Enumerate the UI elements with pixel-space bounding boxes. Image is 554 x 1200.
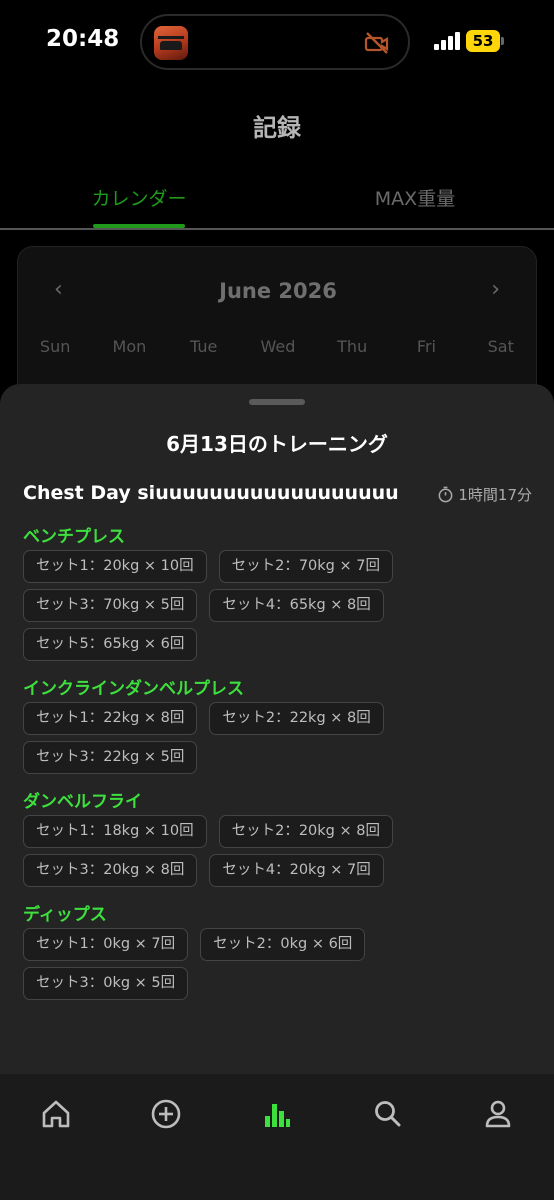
weekday-label: Mon bbox=[112, 337, 147, 356]
exercise-name: ベンチプレス bbox=[23, 527, 125, 547]
set-chip[interactable]: セット3：22kg × 5回 bbox=[23, 741, 198, 774]
tab-calendar[interactable]: カレンダー bbox=[56, 184, 222, 211]
exercise-name: ダンベルフライ bbox=[23, 792, 142, 812]
f1-car-app-icon[interactable] bbox=[154, 26, 188, 60]
set-chip[interactable]: セット2：70kg × 7回 bbox=[218, 550, 393, 583]
stopwatch-icon bbox=[438, 486, 453, 503]
status-time: 20:48 bbox=[46, 26, 120, 52]
set-chip[interactable]: セット5：65kg × 6回 bbox=[23, 628, 198, 661]
dynamic-island[interactable] bbox=[140, 14, 410, 70]
workout-duration: 1時間17分 bbox=[437, 484, 532, 505]
search-icon[interactable] bbox=[368, 1094, 408, 1134]
set-chip[interactable]: セット2：22kg × 8回 bbox=[209, 702, 384, 735]
weekday-label: Thu bbox=[337, 337, 368, 356]
set-chip[interactable]: セット2：0kg × 6回 bbox=[200, 928, 366, 961]
duration-label: 1時間17分 bbox=[458, 486, 532, 504]
active-tab-indicator bbox=[93, 224, 185, 228]
weekday-row: Sun Mon Tue Wed Thu Fri Sat bbox=[18, 337, 538, 356]
set-chip[interactable]: セット4：20kg × 7回 bbox=[209, 854, 384, 887]
muted-camera-icon bbox=[364, 32, 389, 54]
weekday-label: Tue bbox=[190, 337, 218, 356]
calendar-month: June 2026 bbox=[219, 279, 337, 303]
signal-icon bbox=[434, 32, 462, 50]
exercise-block: ベンチプレス セット1：20kg × 10回 セット2：70kg × 7回 セッ… bbox=[23, 522, 533, 661]
set-chip[interactable]: セット3：0kg × 5回 bbox=[23, 967, 189, 1000]
add-circle-icon[interactable] bbox=[146, 1094, 186, 1134]
exercise-block: ダンベルフライ セット1：18kg × 10回 セット2：20kg × 8回 セ… bbox=[23, 787, 533, 887]
bottom-nav bbox=[0, 1074, 554, 1200]
exercise-block: ディップス セット1：0kg × 7回 セット2：0kg × 6回 セット3：0… bbox=[23, 900, 533, 1000]
weekday-label: Wed bbox=[260, 337, 296, 356]
workout-detail-sheet: 6月13日のトレーニング Chest Day siuuuuuuuuuuuuuuu… bbox=[0, 384, 554, 1074]
exercise-name: ディップス bbox=[23, 905, 107, 925]
set-chip[interactable]: セット2：20kg × 8回 bbox=[218, 815, 393, 848]
set-chip[interactable]: セット1：20kg × 10回 bbox=[23, 550, 207, 583]
bar-chart-icon[interactable] bbox=[257, 1094, 297, 1134]
sheet-drag-handle[interactable] bbox=[249, 399, 305, 405]
sheet-title: 6月13日のトレーニング bbox=[166, 432, 388, 456]
set-chip[interactable]: セット1：0kg × 7回 bbox=[23, 928, 189, 961]
weekday-label: Sat bbox=[487, 337, 514, 356]
weekday-label: Sun bbox=[39, 337, 71, 356]
set-chip[interactable]: セット3：20kg × 8回 bbox=[23, 854, 198, 887]
set-chip[interactable]: セット1：22kg × 8回 bbox=[23, 702, 198, 735]
weekday-label: Fri bbox=[416, 337, 436, 356]
profile-icon[interactable] bbox=[478, 1094, 518, 1134]
status-bar: 20:48 53 bbox=[0, 0, 554, 84]
workout-name: Chest Day siuuuuuuuuuuuuuuuuuu bbox=[23, 482, 399, 504]
set-chip[interactable]: セット3：70kg × 5回 bbox=[23, 589, 198, 622]
set-chip[interactable]: セット4：65kg × 8回 bbox=[209, 589, 384, 622]
home-icon[interactable] bbox=[36, 1094, 76, 1134]
exercise-block: インクラインダンベルプレス セット1：22kg × 8回 セット2：22kg ×… bbox=[23, 674, 533, 774]
set-chip[interactable]: セット1：18kg × 10回 bbox=[23, 815, 207, 848]
battery-icon: 53 bbox=[466, 30, 504, 52]
battery-level: 53 bbox=[466, 30, 500, 52]
tab-bar: カレンダー MAX重量 bbox=[0, 176, 554, 230]
page-title: 記録 bbox=[253, 114, 301, 142]
chevron-right-icon[interactable]: › bbox=[491, 277, 500, 302]
exercise-name: インクラインダンベルプレス bbox=[23, 679, 244, 699]
tab-max-weight[interactable]: MAX重量 bbox=[332, 184, 498, 211]
